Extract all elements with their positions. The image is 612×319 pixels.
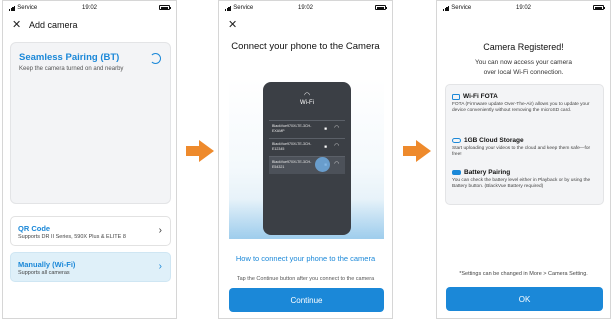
wifi-signal-icon: ◠	[334, 143, 339, 149]
how-to-connect-link[interactable]: How to connect your phone to the camera	[219, 254, 392, 263]
wifi-signal-icon: ◠	[334, 161, 339, 167]
screen-connect-wifi: Service 19:02 ✕ Connect your phone to th…	[218, 0, 393, 319]
page-title: Add camera	[29, 20, 78, 30]
qr-code-title: QR Code	[18, 224, 51, 233]
feature-title: Battery Pairing	[464, 169, 511, 176]
page-title: Connect your phone to the Camera	[231, 41, 380, 52]
screen-add-camera: Service 19:02 ✕ Add camera Seamless Pair…	[2, 0, 177, 319]
wifi-signal-icon: ◠	[334, 125, 339, 131]
registered-subtitle: You can now access your camera over loca…	[437, 58, 610, 78]
feature-title: 1GB Cloud Storage	[464, 137, 524, 144]
chevron-right-icon: ›	[158, 261, 162, 272]
close-icon[interactable]: ✕	[228, 20, 237, 31]
battery-icon	[452, 170, 461, 175]
close-icon[interactable]: ✕	[12, 20, 21, 31]
manual-wifi-subtitle: Supports all cameras	[18, 270, 70, 276]
feature-wifi-fota: Wi-Fi FOTA FOTA (Firmware update Over-Th…	[452, 93, 600, 115]
feature-battery-pairing: Battery Pairing You can check the batter…	[452, 169, 600, 191]
feature-title: Wi-Fi FOTA	[463, 93, 498, 100]
status-time: 19:02	[81, 5, 97, 11]
lock-icon: ■	[324, 126, 327, 131]
bt-pairing-title: Seamless Pairing (BT)	[19, 52, 120, 63]
tap-indicator-icon	[315, 157, 330, 172]
wifi-network-row: BlackVue970XLTE-3CH-EXAMP ■ ◠	[269, 120, 345, 138]
wifi-icon: ◠	[303, 92, 311, 99]
wifi-settings-illustration: ◠ Wi-Fi BlackVue970XLTE-3CH-EXAMP ■ ◠ Bl…	[229, 79, 384, 239]
continue-hint: Tap the Continue button after you connec…	[236, 276, 375, 282]
network-name: BlackVue970XLTE-3CH-E12345	[272, 142, 312, 151]
qr-code-subtitle: Supports DR II Series, 590X Plus & ELITE…	[18, 234, 126, 240]
page-title: Camera Registered!	[483, 42, 564, 52]
wifi-header: Wi-Fi	[300, 100, 314, 106]
status-bar: Service 19:02	[219, 1, 392, 15]
wifi-network-row: BlackVue970XLTE-3CH-E12345 ■ ◠	[269, 138, 345, 156]
settings-note: *Settings can be changed in More > Camer…	[459, 271, 588, 277]
network-name: BlackVue970XLTE-3CH-EXAMP	[272, 124, 312, 133]
loading-spinner-icon	[150, 53, 161, 64]
lock-icon: ■	[324, 144, 327, 149]
status-bar: Service 19:02	[3, 1, 176, 15]
feature-description: Start uploading your videos to the cloud…	[452, 146, 591, 158]
registered-subtitle-line: You can now access your camera	[475, 59, 572, 66]
battery-icon	[375, 5, 387, 10]
qr-code-option[interactable]: QR Code Supports DR II Series, 590X Plus…	[10, 216, 171, 246]
phone-mockup: ◠ Wi-Fi BlackVue970XLTE-3CH-EXAMP ■ ◠ Bl…	[263, 82, 351, 235]
network-name: BlackVue970XLTE-3CH-E54321	[272, 160, 312, 169]
status-time: 19:02	[297, 5, 313, 11]
registered-subtitle-line: over local Wi-Fi connection.	[483, 69, 564, 76]
manual-wifi-title: Manually (Wi-Fi)	[18, 260, 76, 269]
status-bar: Service 19:02	[437, 1, 610, 15]
battery-icon	[593, 5, 605, 10]
feature-description: FOTA (Firmware update Over-The-Air) allo…	[452, 102, 590, 114]
bt-pairing-subtitle: Keep the camera turned on and nearby	[19, 66, 124, 72]
cloud-icon	[452, 138, 461, 143]
battery-icon	[159, 5, 171, 10]
feature-list: Wi-Fi FOTA FOTA (Firmware update Over-Th…	[445, 84, 604, 205]
status-time: 19:02	[515, 5, 531, 11]
chevron-right-icon: ›	[158, 225, 162, 236]
feature-cloud-storage: 1GB Cloud Storage Start uploading your v…	[452, 137, 600, 159]
wifi-fota-icon	[452, 93, 460, 100]
continue-button[interactable]: Continue	[229, 288, 384, 312]
wifi-network-row-selected: BlackVue970XLTE-3CH-E54321 ■ ◠	[269, 156, 345, 174]
manual-wifi-option[interactable]: Manually (Wi-Fi) Supports all cameras ›	[10, 252, 171, 282]
screen-camera-registered: Service 19:02 Camera Registered! You can…	[436, 0, 611, 319]
ok-button[interactable]: OK	[446, 287, 603, 311]
seamless-pairing-card[interactable]: Seamless Pairing (BT) Keep the camera tu…	[10, 42, 171, 204]
feature-description: You can check the battery level either i…	[452, 178, 591, 190]
